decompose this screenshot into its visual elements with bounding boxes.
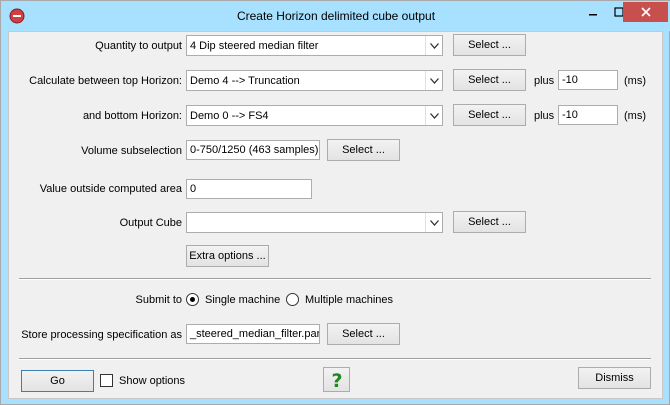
dialog-window: Create Horizon delimited cube output Qua… bbox=[0, 0, 670, 405]
window-title: Create Horizon delimited cube output bbox=[236, 9, 436, 23]
volume-select-button[interactable]: Select ... bbox=[327, 139, 400, 161]
volume-field[interactable]: 0-750/1250 (463 samples) bbox=[186, 140, 320, 160]
close-icon bbox=[640, 7, 651, 17]
quantity-label: Quantity to output bbox=[95, 40, 182, 52]
bottom-horizon-combo[interactable]: Demo 0 --> FS4 bbox=[186, 105, 443, 126]
store-spec-input[interactable]: _steered_median_filter.par bbox=[186, 324, 320, 344]
svg-text:?: ? bbox=[331, 370, 342, 390]
top-horizon-select-button[interactable]: Select ... bbox=[453, 69, 526, 91]
output-cube-combo[interactable] bbox=[186, 212, 443, 233]
output-cube-select-button[interactable]: Select ... bbox=[453, 211, 526, 233]
go-button[interactable]: Go bbox=[21, 370, 94, 392]
output-cube-label: Output Cube bbox=[119, 217, 182, 229]
quantity-combo[interactable]: 4 Dip steered median filter bbox=[186, 35, 443, 56]
multiple-machines-label[interactable]: Multiple machines bbox=[305, 294, 393, 306]
submit-to-label: Submit to bbox=[135, 294, 182, 306]
dialog-body: Quantity to output 4 Dip steered median … bbox=[8, 31, 663, 399]
chevron-down-icon bbox=[425, 106, 442, 125]
bottom-unit-label: (ms) bbox=[624, 110, 646, 122]
separator bbox=[19, 358, 651, 360]
bottom-horizon-label: and bottom Horizon: bbox=[82, 110, 182, 122]
extra-options-button[interactable]: Extra options ... bbox=[186, 245, 269, 267]
single-machine-label[interactable]: Single machine bbox=[205, 294, 280, 306]
dismiss-button[interactable]: Dismiss bbox=[578, 367, 651, 389]
bottom-offset-input[interactable]: -10 bbox=[558, 105, 618, 125]
help-button[interactable]: ? bbox=[323, 367, 350, 392]
help-question-icon: ? bbox=[331, 370, 342, 390]
store-spec-select-button[interactable]: Select ... bbox=[327, 323, 400, 345]
show-options-checkbox[interactable] bbox=[100, 374, 113, 387]
volume-label: Volume subselection bbox=[81, 145, 182, 157]
bottom-plus-label: plus bbox=[534, 110, 555, 122]
top-unit-label: (ms) bbox=[624, 75, 646, 87]
title-bar: Create Horizon delimited cube output bbox=[1, 1, 670, 31]
outside-value-label: Value outside computed area bbox=[39, 183, 182, 195]
top-horizon-combo[interactable]: Demo 4 --> Truncation bbox=[186, 70, 443, 91]
top-plus-label: plus bbox=[534, 75, 555, 87]
quantity-select-button[interactable]: Select ... bbox=[453, 34, 526, 56]
multiple-machines-radio[interactable] bbox=[286, 293, 299, 306]
quantity-value: 4 Dip steered median filter bbox=[190, 40, 319, 52]
chevron-down-icon bbox=[425, 213, 442, 232]
chevron-down-icon bbox=[425, 36, 442, 55]
store-spec-label: Store processing specification as bbox=[21, 329, 182, 341]
top-horizon-label: Calculate between top Horizon: bbox=[29, 75, 182, 87]
separator bbox=[19, 278, 651, 280]
top-horizon-value: Demo 4 --> Truncation bbox=[190, 75, 300, 87]
chevron-down-icon bbox=[425, 71, 442, 90]
close-button[interactable] bbox=[623, 2, 668, 22]
bottom-horizon-select-button[interactable]: Select ... bbox=[453, 104, 526, 126]
outside-value-input[interactable]: 0 bbox=[186, 179, 312, 199]
maximize-icon bbox=[613, 7, 624, 17]
top-offset-input[interactable]: -10 bbox=[558, 70, 618, 90]
minimize-icon bbox=[588, 14, 597, 16]
bottom-horizon-value: Demo 0 --> FS4 bbox=[190, 110, 269, 122]
single-machine-radio[interactable] bbox=[186, 293, 199, 306]
show-options-label[interactable]: Show options bbox=[119, 375, 185, 387]
minimize-button[interactable] bbox=[579, 2, 606, 22]
